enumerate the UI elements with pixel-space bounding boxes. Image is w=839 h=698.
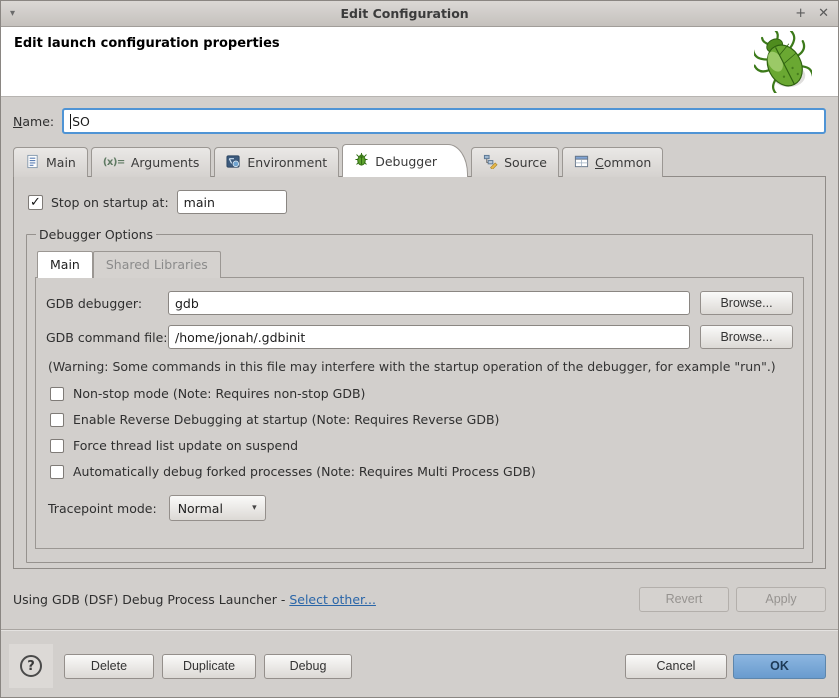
reverse-debugging-label: Enable Reverse Debugging at startup (Not…: [73, 412, 500, 427]
non-stop-mode-checkbox[interactable]: [50, 386, 64, 401]
apply-button[interactable]: Apply: [736, 586, 826, 612]
environment-icon: [226, 154, 241, 172]
tab-label: Arguments: [130, 155, 200, 170]
titlebar: ▾ Edit Configuration + ✕: [1, 1, 838, 27]
gdb-command-file-label: GDB command file:: [46, 329, 168, 345]
tab-source[interactable]: Source: [471, 147, 559, 177]
stop-on-startup-checkbox[interactable]: ✓: [28, 194, 43, 210]
sub-tab-bar: Main Shared Libraries: [37, 250, 804, 278]
name-value: SO: [72, 113, 90, 129]
launcher-buttons: Revert Apply: [639, 586, 826, 612]
tracepoint-mode-select[interactable]: Normal ▾: [168, 495, 266, 521]
tab-label: Main: [46, 155, 76, 170]
force-thread-list-row: Force thread list update on suspend: [50, 438, 793, 453]
main-subtab-panel: GDB debugger: gdb Browse... GDB command …: [35, 277, 804, 549]
duplicate-button[interactable]: Duplicate: [162, 653, 256, 679]
name-label: Name:: [13, 113, 55, 129]
browse-gdb-command-file-button[interactable]: Browse...: [700, 325, 793, 349]
page-title: Edit launch configuration properties: [14, 36, 280, 51]
tracepoint-mode-value: Normal: [177, 500, 223, 516]
tab-arguments[interactable]: (x)= Arguments: [90, 147, 212, 177]
stop-on-startup-input[interactable]: main: [176, 190, 287, 214]
debugger-options-title: Debugger Options: [39, 227, 154, 242]
stop-on-startup-label: Stop on startup at:: [51, 194, 169, 210]
non-stop-mode-label: Non-stop mode (Note: Requires non-stop G…: [73, 386, 366, 401]
gdb-command-file-value: /home/jonah/.gdbinit: [175, 329, 306, 345]
help-button[interactable]: ?: [9, 644, 53, 688]
edit-configuration-dialog: ▾ Edit Configuration + ✕ Edit launch con…: [0, 0, 839, 698]
tab-main[interactable]: Main: [13, 147, 88, 177]
debugger-options-group: Debugger Options Main Shared Libraries G…: [26, 227, 813, 563]
text-caret: [70, 113, 72, 129]
source-icon: [483, 154, 498, 172]
force-thread-list-checkbox[interactable]: [50, 438, 64, 453]
gdb-command-file-row: GDB command file: /home/jonah/.gdbinit B…: [46, 325, 793, 349]
dialog-header: Edit launch configuration properties: [1, 27, 838, 97]
force-thread-list-label: Force thread list update on suspend: [73, 438, 299, 453]
gdb-debugger-label: GDB debugger:: [46, 295, 143, 311]
non-stop-mode-row: Non-stop mode (Note: Requires non-stop G…: [50, 386, 793, 401]
cancel-button[interactable]: Cancel: [625, 653, 727, 679]
document-icon: [25, 154, 40, 172]
check-icon: ✓: [30, 194, 41, 210]
subtab-label: Main: [50, 257, 80, 272]
tab-label: Source: [504, 155, 547, 170]
debug-forked-processes-label: Automatically debug forked processes (No…: [73, 464, 536, 479]
debugger-bug-icon: [354, 152, 369, 170]
stop-on-startup-row: ✓ Stop on startup at: main: [28, 190, 813, 214]
debugger-tab-panel: ✓ Stop on startup at: main Debugger Opti…: [13, 176, 826, 569]
gdb-debugger-input[interactable]: gdb: [168, 291, 690, 315]
ok-button[interactable]: OK: [733, 653, 826, 679]
subtab-shared-libraries[interactable]: Shared Libraries: [92, 251, 221, 278]
tab-bar: Main (x)= Arguments Environment Debugger…: [13, 143, 826, 177]
gdb-debugger-row: GDB debugger: gdb Browse...: [46, 291, 793, 315]
gdbinit-warning-text: (Warning: Some commands in this file may…: [48, 359, 776, 374]
reverse-debugging-checkbox[interactable]: [50, 412, 64, 427]
tab-common[interactable]: Common: [562, 147, 664, 177]
name-input[interactable]: SO: [62, 108, 826, 134]
reverse-debugging-row: Enable Reverse Debugging at startup (Not…: [50, 412, 793, 427]
subtab-main[interactable]: Main: [37, 251, 93, 278]
gdb-debugger-value: gdb: [175, 295, 199, 311]
arguments-icon: (x)=: [102, 157, 125, 168]
tab-label: Environment: [247, 155, 328, 170]
launcher-bar: Using GDB (DSF) Debug Process Launcher -…: [13, 569, 826, 629]
select-other-link[interactable]: Select other...: [289, 592, 376, 607]
tab-debugger[interactable]: Debugger: [342, 144, 469, 177]
revert-button[interactable]: Revert: [639, 586, 729, 612]
delete-button[interactable]: Delete: [64, 653, 154, 679]
footer: ? Delete Duplicate Debug Cancel OK: [1, 631, 838, 688]
debug-forked-processes-checkbox[interactable]: [50, 464, 64, 479]
launcher-text: Using GDB (DSF) Debug Process Launcher -…: [13, 592, 376, 607]
common-icon: [574, 154, 589, 172]
debug-forked-processes-row: Automatically debug forked processes (No…: [50, 464, 793, 479]
browse-gdb-debugger-button[interactable]: Browse...: [700, 291, 793, 315]
tracepoint-mode-label: Tracepoint mode:: [48, 500, 157, 516]
gdb-command-file-input[interactable]: /home/jonah/.gdbinit: [168, 325, 690, 349]
bug-icon: [751, 29, 815, 96]
window-shade-icon[interactable]: ▾: [10, 8, 26, 19]
subtab-label: Shared Libraries: [105, 257, 208, 272]
chevron-down-icon: ▾: [252, 503, 257, 513]
launcher-description: Using GDB (DSF) Debug Process Launcher -: [13, 591, 290, 607]
window-close-icon[interactable]: ✕: [818, 7, 829, 20]
window-maximize-icon[interactable]: +: [795, 7, 806, 20]
tab-label: Common: [595, 155, 652, 170]
tab-environment[interactable]: Environment: [214, 147, 340, 177]
name-row: Name: SO: [13, 108, 826, 134]
debug-button[interactable]: Debug: [264, 653, 352, 679]
stop-on-startup-value: main: [183, 194, 215, 210]
window-title: Edit Configuration: [340, 6, 469, 21]
tracepoint-mode-row: Tracepoint mode: Normal ▾: [48, 495, 793, 521]
help-icon: ?: [20, 655, 42, 677]
tab-label: Debugger: [375, 153, 438, 169]
